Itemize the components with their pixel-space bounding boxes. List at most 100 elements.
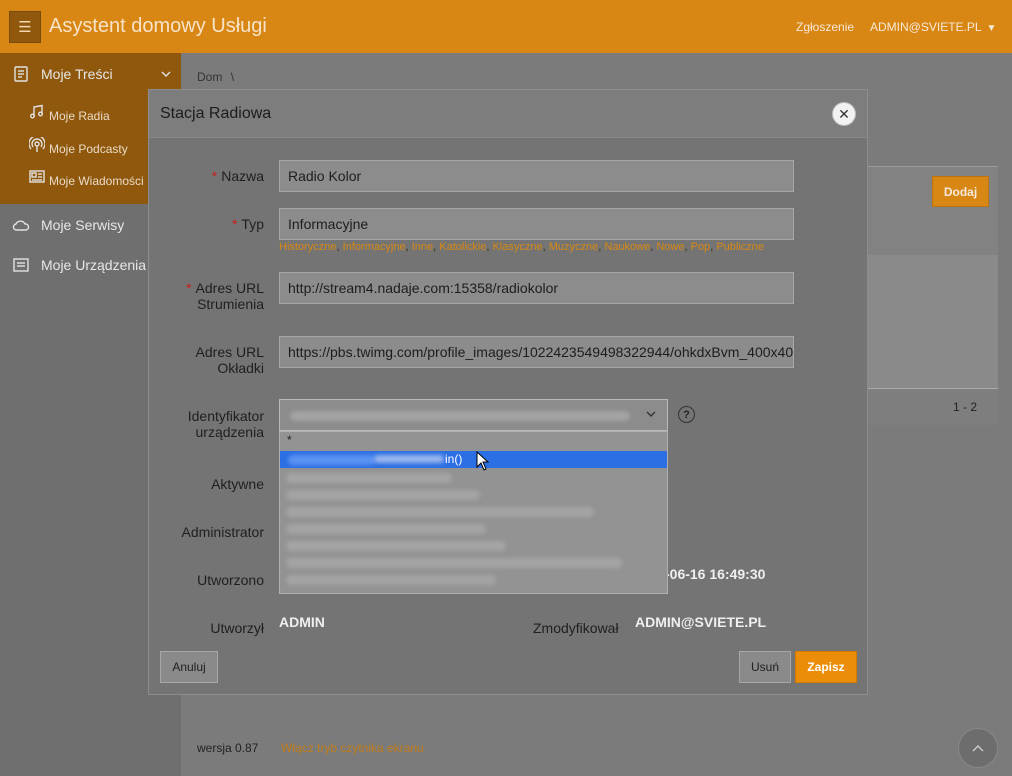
sidebar-item-moje-serwisy[interactable]: Moje Serwisy xyxy=(12,216,124,234)
sidebar-item-label: Moje Serwisy xyxy=(41,217,125,233)
redacted-value xyxy=(286,558,622,568)
created-label: Utworzono xyxy=(197,572,264,588)
dropdown-option[interactable] xyxy=(280,469,667,486)
redacted-value xyxy=(286,490,480,500)
hamburger-menu-button[interactable]: ☰ xyxy=(9,11,41,43)
type-suggestion[interactable]: Pop xyxy=(691,241,711,253)
sidebar-subitem-label: Moje Radia xyxy=(49,109,110,123)
breadcrumb-separator: \ xyxy=(230,70,235,84)
radio-station-dialog: Stacja Radiowa ✕ * Nazwa Radio Kolor * Typ… xyxy=(148,89,868,695)
type-suggestion[interactable]: Historyczne xyxy=(279,241,336,253)
type-suggestion[interactable]: Publiczne xyxy=(716,241,764,253)
cloud-icon xyxy=(12,220,30,231)
content-icon xyxy=(14,66,28,82)
type-suggestion[interactable]: Muzyczne xyxy=(549,241,599,253)
dialog-header: Stacja Radiowa ✕ xyxy=(149,90,867,138)
sidebar-subitem-label: Moje Wiadomości xyxy=(49,174,144,188)
redacted-value xyxy=(286,473,452,483)
sidebar-item-moje-tresci[interactable]: Moje Treści xyxy=(12,64,181,84)
sidebar-item-label: Moje Urządzenia xyxy=(41,257,147,273)
panel-toolbar: Dodaj xyxy=(868,167,998,255)
stream-url-input[interactable]: http://stream4.nadaje.com:15358/radiokol… xyxy=(279,272,794,304)
scroll-top-button[interactable] xyxy=(958,728,998,768)
sidebar-subitem-moje-radia[interactable]: Moje Radia xyxy=(29,101,110,123)
required-marker: * xyxy=(211,168,218,184)
delete-button[interactable]: Usuń xyxy=(739,651,791,683)
type-suggestion[interactable]: Naukowe xyxy=(604,241,650,253)
podcast-icon xyxy=(29,137,45,152)
type-suggestion[interactable]: Informacyjne xyxy=(343,241,406,253)
type-suggestions: Historyczne, Informacyjne, Inne, Katolic… xyxy=(279,241,765,253)
type-suggestion[interactable]: Inne xyxy=(412,241,433,253)
chevron-down-icon xyxy=(646,411,656,417)
sidebar-item-label: Moje Treści xyxy=(41,66,113,82)
type-input[interactable]: Informacyjne xyxy=(279,208,794,240)
close-icon: ✕ xyxy=(838,105,850,122)
device-id-dropdown-list: * in() xyxy=(279,431,668,594)
administrator-label: Administrator xyxy=(181,524,264,540)
user-menu[interactable]: ADMIN@SVIETE.PL ▼ xyxy=(870,20,996,34)
breadcrumb: Dom \ xyxy=(197,70,234,84)
dropdown-option[interactable] xyxy=(280,571,667,588)
active-label: Aktywne xyxy=(211,476,264,492)
dropdown-option-selected[interactable]: in() xyxy=(280,451,667,468)
redacted-value xyxy=(374,455,444,463)
cancel-button[interactable]: Anuluj xyxy=(160,651,218,683)
type-suggestion[interactable]: Klasyczne xyxy=(492,241,542,253)
option-suffix: in() xyxy=(445,452,463,466)
device-id-label: Identyfikator urządzenia xyxy=(187,408,264,440)
sidebar-subitem-label: Moje Podcasty xyxy=(49,142,128,156)
sidebar-item-moje-urzadzenia[interactable]: Moje Urządzenia xyxy=(12,256,146,274)
sidebar-subitem-moje-podcasty[interactable]: Moje Podcasty xyxy=(29,134,128,156)
mouse-cursor-icon xyxy=(476,451,490,471)
redacted-value xyxy=(288,455,376,465)
add-button[interactable]: Dodaj xyxy=(932,176,989,207)
dropdown-option[interactable] xyxy=(280,503,667,520)
name-input[interactable]: Radio Kolor xyxy=(279,160,794,192)
help-icon[interactable]: ? xyxy=(678,406,695,423)
close-button[interactable]: ✕ xyxy=(832,102,856,126)
chevron-up-icon xyxy=(972,744,984,752)
news-icon xyxy=(29,170,45,183)
caret-down-icon: ▼ xyxy=(986,23,997,34)
chevron-down-icon xyxy=(161,71,171,77)
content-panel: Dodaj 1 - 2 xyxy=(868,166,998,425)
report-link[interactable]: Zgłoszenie xyxy=(796,20,854,34)
music-note-icon xyxy=(30,104,43,119)
pagination-info: 1 - 2 xyxy=(953,400,978,414)
name-label: * Nazwa xyxy=(211,168,264,184)
cover-url-label: Adres URL Okładki xyxy=(195,344,264,376)
hamburger-icon: ☰ xyxy=(18,19,32,36)
top-header: ☰ Asystent domowy Usługi Zgłoszenie ADMI… xyxy=(0,0,1012,53)
cover-url-input[interactable]: https://pbs.twimg.com/profile_images/102… xyxy=(279,336,794,368)
dialog-title: Stacja Radiowa xyxy=(160,105,272,122)
save-button[interactable]: Zapisz xyxy=(795,651,857,683)
dropdown-option[interactable]: * xyxy=(280,432,667,449)
type-label: * Typ xyxy=(231,216,264,232)
dropdown-option[interactable] xyxy=(280,554,667,571)
version-text: wersja 0.87 xyxy=(197,741,259,755)
redacted-value xyxy=(286,524,486,534)
dropdown-option[interactable] xyxy=(280,486,667,503)
modified-by-value: ADMIN@SVIETE.PL xyxy=(635,614,767,630)
screen-reader-link[interactable]: Włącz tryb czytnika ekranu xyxy=(281,741,424,755)
created-by-label: Utworzył xyxy=(210,620,264,636)
dropdown-option[interactable] xyxy=(280,520,667,537)
redacted-value xyxy=(286,575,496,585)
panel-footer: 1 - 2 xyxy=(868,388,998,425)
type-suggestion[interactable]: Nowe xyxy=(656,241,684,253)
type-suggestion[interactable]: Katolickie xyxy=(439,241,486,253)
device-id-select[interactable] xyxy=(279,399,668,431)
app-title: Asystent domowy Usługi xyxy=(49,15,267,37)
required-marker: * xyxy=(231,216,238,232)
redacted-value xyxy=(290,411,630,421)
breadcrumb-home[interactable]: Dom xyxy=(197,70,222,84)
sidebar-subitem-moje-wiadomosci[interactable]: Moje Wiadomości xyxy=(29,166,144,188)
devices-icon xyxy=(13,258,29,272)
modified-by-label: Zmodyfikował xyxy=(533,620,619,636)
user-menu-label: ADMIN@SVIETE.PL xyxy=(870,20,982,34)
required-marker: * xyxy=(186,280,192,296)
dropdown-option[interactable] xyxy=(280,537,667,554)
stream-url-label: * Adres URL Strumienia xyxy=(186,280,264,312)
redacted-value xyxy=(286,541,506,551)
